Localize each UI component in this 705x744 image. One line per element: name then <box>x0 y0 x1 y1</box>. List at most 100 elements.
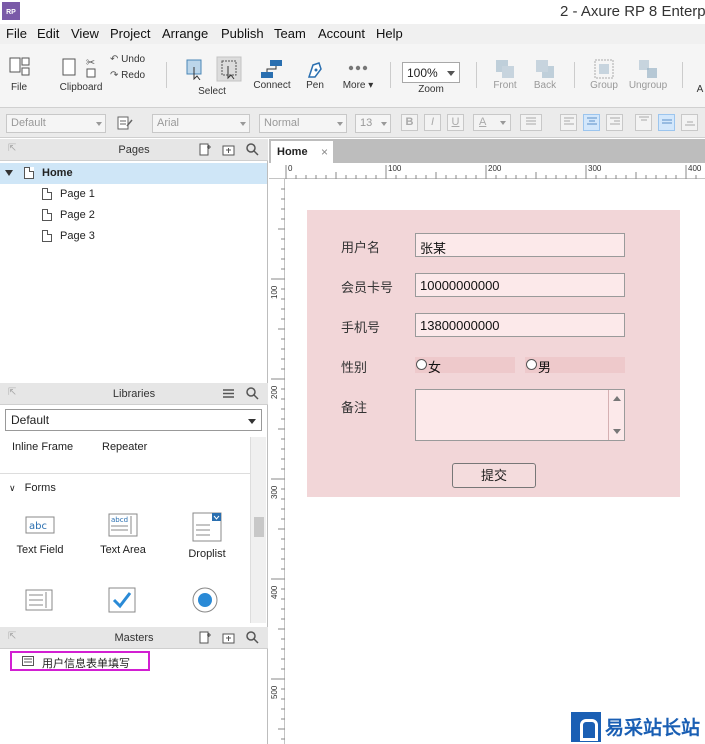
undo-button[interactable]: ↶ Undo <box>110 54 154 65</box>
ruler-ticks <box>271 188 285 740</box>
bold-button[interactable]: B <box>401 114 418 131</box>
page-2[interactable]: Page 2 <box>0 205 267 226</box>
ungroup-button[interactable]: Ungroup <box>626 58 670 91</box>
pointer-icon <box>186 59 202 80</box>
widget-list-box[interactable] <box>25 589 53 611</box>
search-icon[interactable] <box>246 387 259 400</box>
connect-tool[interactable]: Connect <box>252 58 292 91</box>
pen-tool[interactable]: Pen <box>300 58 330 91</box>
add-master-icon[interactable] <box>198 631 211 644</box>
gender-female-radio[interactable]: 女 <box>415 357 515 375</box>
add-page-icon[interactable] <box>198 143 211 156</box>
widget-checkbox[interactable] <box>108 587 136 613</box>
menu-edit[interactable]: Edit <box>37 26 59 41</box>
close-icon[interactable]: × <box>321 145 328 159</box>
page-3[interactable]: Page 3 <box>0 226 267 247</box>
underline-button[interactable]: U <box>447 114 464 131</box>
menu-publish[interactable]: Publish <box>221 26 264 41</box>
menu-project[interactable]: Project <box>110 26 150 41</box>
menu-file[interactable]: File <box>6 26 27 41</box>
library-dropdown[interactable]: Default <box>5 409 262 431</box>
toolbar-separator <box>166 62 167 88</box>
username-field[interactable]: 张某 <box>415 233 625 257</box>
search-icon[interactable] <box>246 143 259 156</box>
group-button[interactable]: Group <box>586 58 622 91</box>
font-size-dropdown[interactable]: 13 <box>355 114 391 133</box>
format-painter-icon[interactable] <box>117 116 133 130</box>
search-icon[interactable] <box>246 631 259 644</box>
libraries-scrollbar[interactable] <box>250 437 266 623</box>
toolbar-separator <box>574 62 575 88</box>
remark-textarea[interactable] <box>415 389 625 441</box>
align-center-icon <box>586 117 597 125</box>
align-top-button[interactable] <box>635 114 652 131</box>
zoom-dropdown[interactable]: 100% <box>402 62 460 83</box>
tree-expand-icon[interactable] <box>5 170 13 176</box>
add-folder-icon[interactable] <box>222 631 235 644</box>
watermark-logo-icon <box>571 712 601 742</box>
scrollbar-thumb[interactable] <box>254 517 264 537</box>
widget-text-area[interactable]: abcd Text Area <box>88 512 158 556</box>
font-family-dropdown[interactable]: Arial <box>152 114 250 133</box>
member-card-field[interactable]: 10000000000 <box>415 273 625 297</box>
menu-arrange[interactable]: Arrange <box>162 26 208 41</box>
menu-view[interactable]: View <box>71 26 99 41</box>
submit-button[interactable]: 提交 <box>452 463 536 488</box>
menu-icon[interactable] <box>222 387 235 400</box>
group-label: Group <box>590 80 618 91</box>
align-middle-button[interactable] <box>658 114 675 131</box>
pen-label: Pen <box>306 80 324 91</box>
select-tool[interactable] <box>214 56 244 82</box>
font-color-button[interactable]: A <box>473 114 511 131</box>
widget-repeater[interactable]: Repeater <box>102 441 147 453</box>
library-selected: Default <box>11 413 50 427</box>
page-icon <box>42 188 52 200</box>
pointer-tool[interactable] <box>182 58 208 80</box>
bullet-list-button[interactable] <box>520 114 542 131</box>
tab-home[interactable]: Home × <box>271 141 333 163</box>
chevron-down-icon <box>96 122 102 126</box>
window-title: 2 - Axure RP 8 Enterp <box>560 3 705 20</box>
align-center-button[interactable] <box>583 114 600 131</box>
master-icon <box>22 656 34 666</box>
align-left-button[interactable] <box>560 114 577 131</box>
font-value: Arial <box>157 117 180 129</box>
style-dropdown[interactable]: Default <box>6 114 106 133</box>
textarea-scrollbar[interactable] <box>608 390 624 440</box>
page-home[interactable]: Home <box>0 163 267 184</box>
phone-field[interactable]: 13800000000 <box>415 313 625 337</box>
italic-button[interactable]: I <box>424 114 441 131</box>
master-user-info-form[interactable]: 用户信息表单填写 <box>10 651 150 671</box>
widget-droplist[interactable]: Droplist <box>172 512 242 560</box>
menu-help[interactable]: Help <box>376 26 403 41</box>
align-right-icon <box>609 117 620 125</box>
widget-text-field[interactable]: abc Text Field <box>5 512 75 556</box>
document-tabs: Home × <box>269 139 705 163</box>
libraries-panel-header: ⇱ Libraries <box>0 383 268 405</box>
zoom-label: Zoom <box>418 84 444 95</box>
masters-panel-header: ⇱ Masters <box>0 627 268 649</box>
font-weight-dropdown[interactable]: Normal <box>259 114 347 133</box>
bring-front-button[interactable]: Front <box>488 58 522 91</box>
scroll-up-icon[interactable] <box>613 396 621 401</box>
widget-inline-frame[interactable]: Inline Frame <box>12 441 73 453</box>
edit-style-icon <box>117 116 133 130</box>
page-1[interactable]: Page 1 <box>0 184 267 205</box>
menu-account[interactable]: Account <box>318 26 365 41</box>
pages-panel-header: ⇱ Pages <box>0 139 268 161</box>
page-icon <box>42 209 52 221</box>
menu-team[interactable]: Team <box>274 26 306 41</box>
align-right-button[interactable] <box>606 114 623 131</box>
gender-male-radio[interactable]: 男 <box>525 357 625 375</box>
add-folder-icon[interactable] <box>222 143 235 156</box>
widget-radio-button[interactable] <box>191 586 219 614</box>
scroll-down-icon[interactable] <box>613 429 621 434</box>
forms-section-header[interactable]: ∨ Forms <box>9 482 56 494</box>
send-back-button[interactable]: Back <box>528 58 562 91</box>
file-button[interactable]: File <box>6 56 32 93</box>
more-button[interactable]: More ▾ <box>338 58 378 91</box>
redo-button[interactable]: ↷ Redo <box>110 70 154 81</box>
radio-label: 女 <box>428 360 442 375</box>
align-bottom-button[interactable] <box>681 114 698 131</box>
left-sidebar: ⇱ Pages Home Page 1 Page 2 Page 3 ⇱ Libr… <box>0 139 268 744</box>
